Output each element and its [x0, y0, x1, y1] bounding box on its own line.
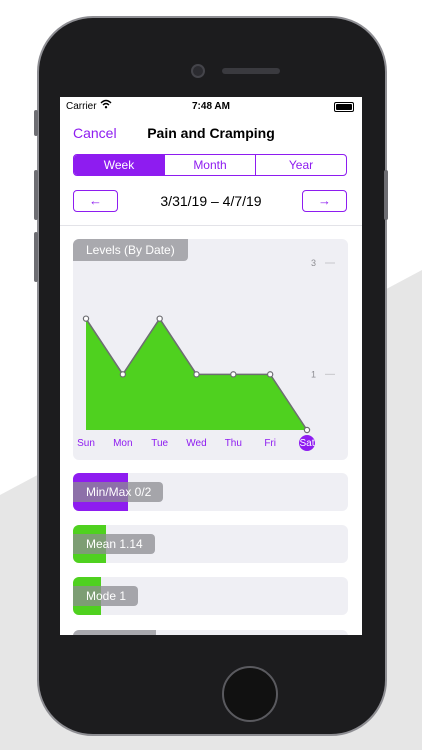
- segment-year[interactable]: Year: [256, 155, 346, 175]
- volume-down-button: [34, 232, 38, 282]
- stat-label-mean: Mean 1.14: [73, 534, 155, 554]
- y-tick-label: 3: [311, 258, 316, 268]
- data-point: [119, 371, 127, 378]
- x-tick-label: Wed: [186, 438, 206, 449]
- chart-label: Levels (By Date): [73, 239, 188, 261]
- page-title: Pain and Cramping: [147, 125, 275, 141]
- x-tick-label: Fri: [264, 438, 276, 449]
- period-segmented-control: Week Month Year: [73, 154, 347, 176]
- x-tick-label: Thu: [225, 438, 242, 449]
- camera-icon: [191, 64, 205, 78]
- power-button: [384, 170, 388, 220]
- data-point: [230, 371, 237, 378]
- stat-mean: Mean 1.14: [73, 525, 348, 563]
- stat-mode: Mode 1: [73, 577, 348, 615]
- segment-week[interactable]: Week: [74, 155, 165, 175]
- x-tick-label: Tue: [151, 438, 168, 449]
- stat-label-partial: [73, 630, 156, 635]
- battery-icon: [334, 102, 354, 112]
- x-tick-label: Sat: [299, 438, 314, 449]
- app-screen: Carrier 7:48 AM Cancel Pain and Cramping…: [60, 97, 362, 635]
- data-point: [82, 315, 90, 322]
- divider: [60, 225, 362, 226]
- segment-month[interactable]: Month: [165, 155, 256, 175]
- levels-chart-card: 3 1 Sun Mon Tue Wed Thu Fri Sat Levels (By Date): [73, 239, 348, 460]
- stat-label-minmax: Min/Max 0/2: [73, 482, 164, 502]
- data-point: [303, 426, 311, 434]
- y-tick-label: 1: [311, 369, 316, 379]
- arrow-right-icon: →: [318, 193, 331, 208]
- status-bar: Carrier 7:48 AM: [60, 97, 362, 117]
- home-button[interactable]: [222, 666, 278, 722]
- status-time: 7:48 AM: [192, 101, 230, 112]
- levels-chart[interactable]: 3 1 Sun Mon Tue Wed Thu Fri Sat: [73, 239, 348, 460]
- next-period-button[interactable]: →: [302, 190, 347, 212]
- mute-switch: [34, 110, 38, 136]
- stat-minmax: Min/Max 0/2: [73, 473, 348, 511]
- x-tick-label: Mon: [113, 438, 132, 449]
- speaker-grille: [222, 68, 280, 74]
- x-tick-label: Sun: [77, 438, 95, 449]
- stat-partial-card: [73, 630, 348, 635]
- data-point: [266, 371, 274, 378]
- data-point: [193, 371, 200, 378]
- volume-up-button: [34, 170, 38, 220]
- stat-label-mode: Mode 1: [73, 586, 139, 606]
- data-point: [156, 315, 163, 322]
